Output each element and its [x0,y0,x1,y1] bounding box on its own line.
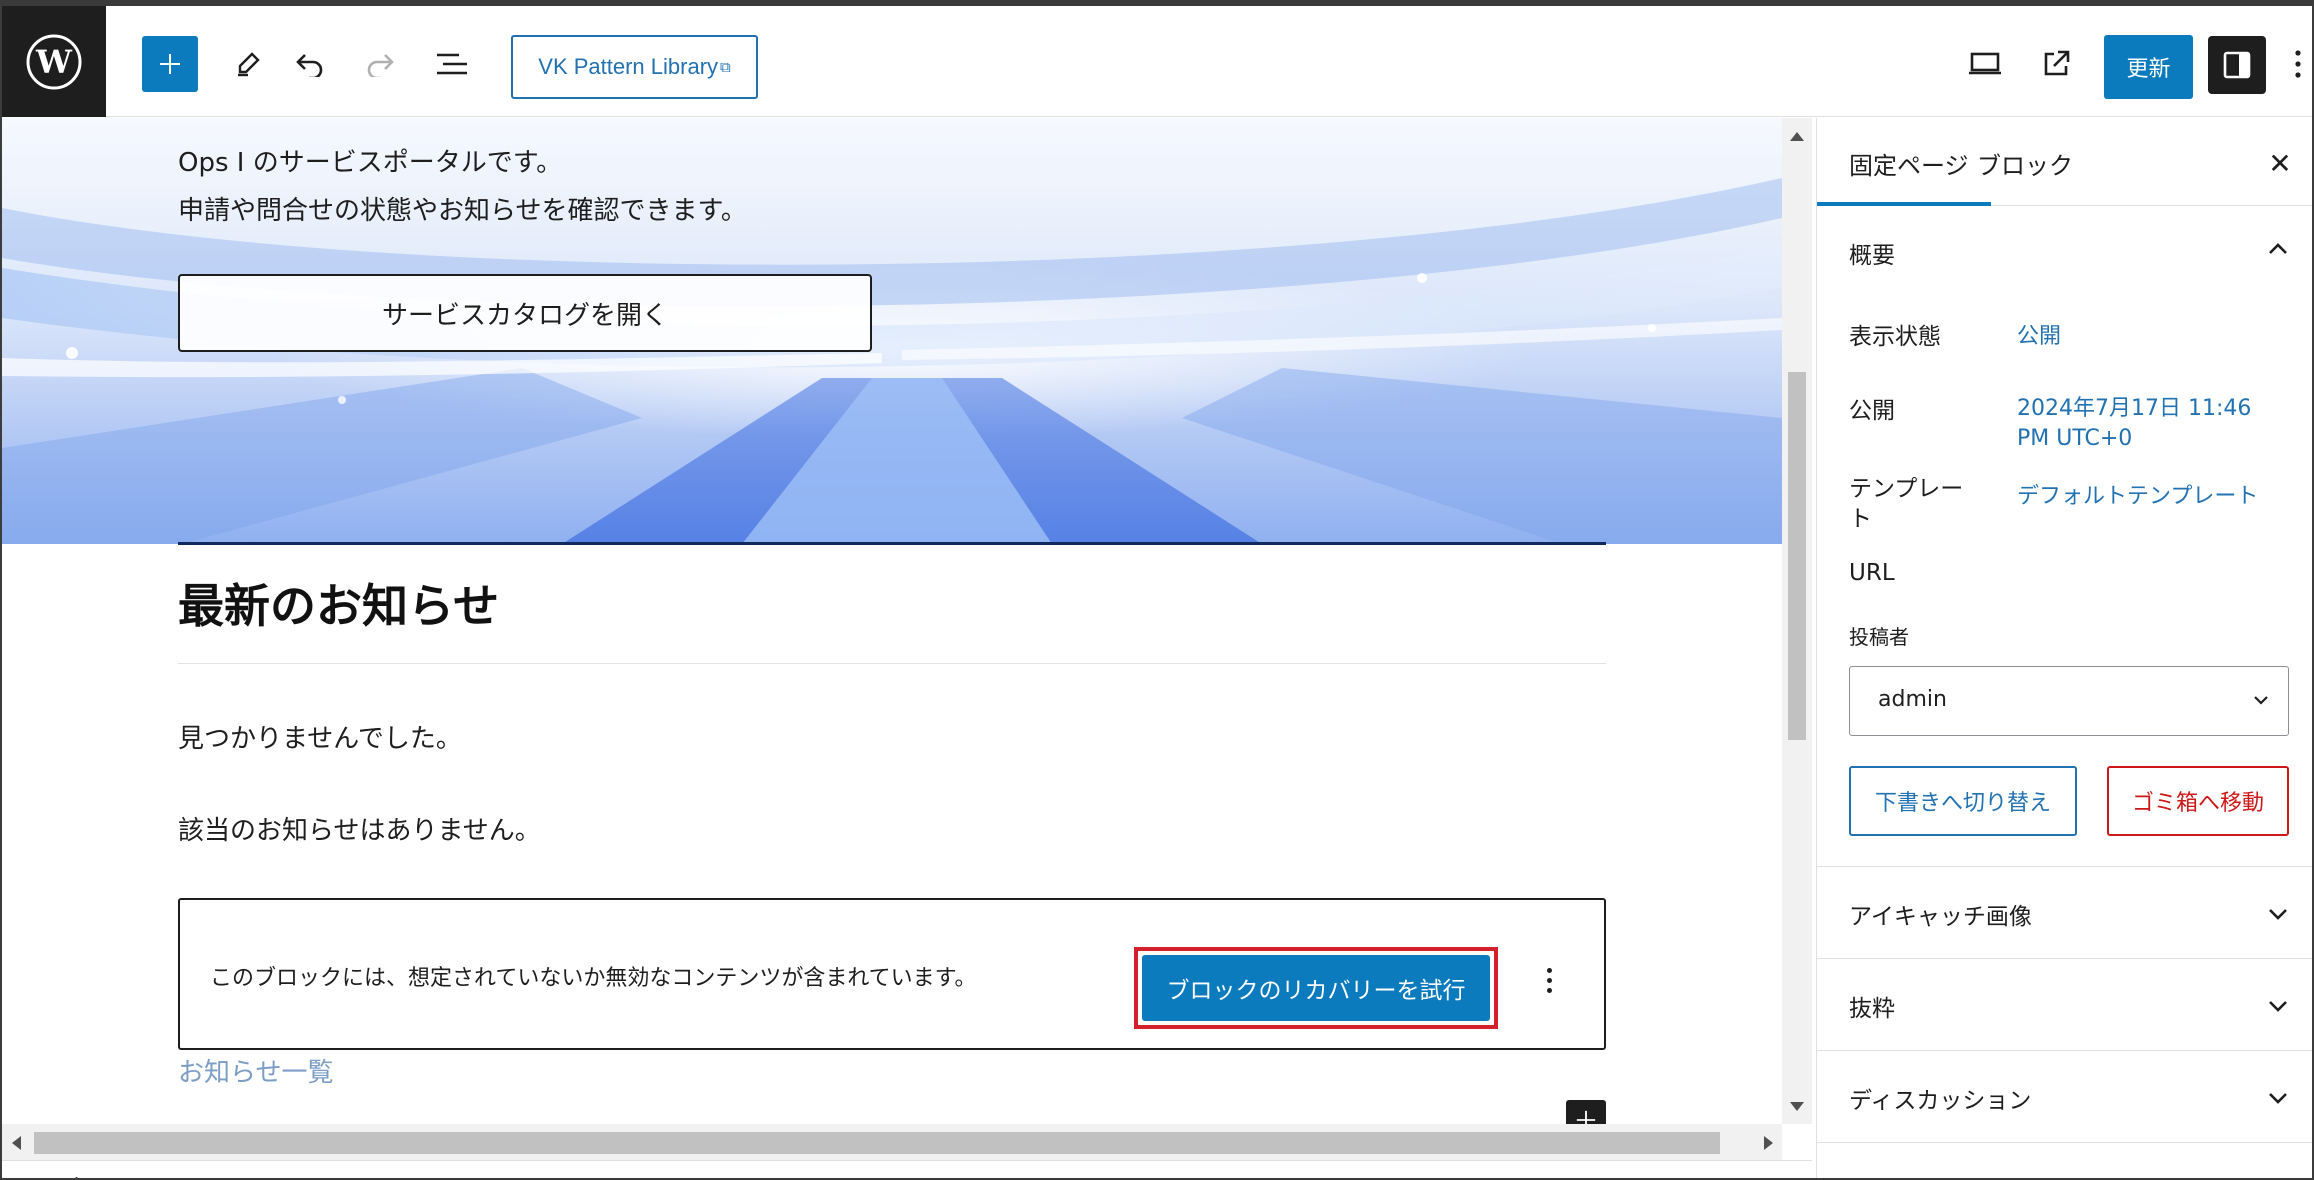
summary-panel-title[interactable]: 概要 [1849,236,1895,270]
pattern-library-label: VK Pattern Library [538,54,719,79]
move-to-trash-button[interactable]: ゴミ箱へ移動 [2107,766,2289,836]
preview-button[interactable] [1957,36,2013,92]
visibility-label: 表示状態 [1849,324,1941,350]
chevron-down-icon [2269,1093,2287,1104]
edit-tool-button[interactable] [220,36,276,92]
plus-icon [1576,1110,1596,1124]
publish-date-value[interactable]: 2024年7月17日 11:46 PM UTC+0 [2017,394,2277,454]
view-post-button[interactable] [2028,36,2084,92]
chevron-down-icon [2269,909,2287,920]
update-button[interactable]: 更新 [2104,35,2193,99]
author-select[interactable]: admin [1849,666,2289,736]
scroll-left-arrow-icon[interactable] [12,1136,21,1150]
publish-label: 公開 [1849,398,1895,424]
more-vertical-icon[interactable] [1536,960,1562,1000]
author-label: 投稿者 [1849,625,1909,649]
browser-frame: W VK Pattern Library ⧉ 更新 Ops I のサービスポータ… [0,0,2314,1180]
news-separator [178,663,1606,664]
excerpt-panel[interactable]: 抜粋 [1817,958,2312,1050]
list-view-button[interactable] [422,36,482,92]
sidebar-settings-icon [2223,51,2251,79]
news-top-rule [178,542,1606,545]
no-news-text[interactable]: 該当のお知らせはありません。 [178,810,541,847]
redo-button[interactable] [352,36,408,92]
switch-to-draft-button[interactable]: 下書きへ切り替え [1849,766,2077,836]
block-breadcrumb: 固定ページ [2,1160,1812,1178]
active-tab-indicator [1817,202,1991,206]
visibility-value[interactable]: 公開 [2017,322,2061,352]
attempt-recovery-button[interactable]: ブロックのリカバリーを試行 [1142,955,1490,1021]
hero-text-line-2: 申請や問合せの状態やお知らせを確認できます。 [178,196,747,226]
hero-cover-block[interactable]: Ops I のサービスポータルです。 申請や問合せの状態やお知らせを確認できます… [2,118,1782,544]
editor-canvas[interactable]: Ops I のサービスポータルです。 申請や問合せの状態やお知らせを確認できます… [2,118,1782,1124]
service-catalog-button[interactable]: サービスカタログを開く [178,274,872,352]
breadcrumb-item[interactable]: 固定ページ [44,1171,154,1178]
discussion-panel[interactable]: ディスカッション [1817,1050,2312,1142]
scroll-right-arrow-icon[interactable] [1764,1136,1773,1150]
list-view-icon [437,53,467,75]
vertical-scrollbar[interactable] [1782,118,1812,1124]
hero-text-line-1: Ops I のサービスポータルです。 [178,148,563,178]
horizontal-scrollbar-thumb[interactable] [34,1132,1720,1154]
url-label: URL [1849,560,1895,586]
redo-icon [367,54,394,77]
svg-text:W: W [35,43,73,81]
excerpt-panel-title: 抜粋 [1849,996,1895,1022]
invalid-block-warning[interactable]: このブロックには、想定されていないか無効なコンテンツが含まれています。 ブロック… [178,898,1606,1050]
template-label: テンプレート [1849,476,1964,532]
view-post-icon [2044,50,2070,76]
discussion-panel-title: ディスカッション [1849,1088,2032,1114]
panel-divider [1817,1142,2312,1143]
template-value[interactable]: デフォルトテンプレート [2017,482,2258,512]
wordpress-logo-icon[interactable]: W [2,6,106,117]
chevron-down-icon [2254,696,2268,705]
featured-image-panel-title: アイキャッチ画像 [1849,904,2032,930]
author-select-value: admin [1878,687,1947,712]
news-heading[interactable]: 最新のお知らせ [178,570,499,636]
tab-block[interactable]: ブロック [1977,146,2073,181]
external-link-icon: ⧉ [720,58,731,76]
invalid-block-message: このブロックには、想定されていないか無効なコンテンツが含まれています。 [210,966,977,991]
news-list-link[interactable]: お知らせ一覧 [178,1052,333,1089]
plus-icon [160,54,180,74]
scroll-down-arrow-icon[interactable] [1790,1102,1804,1111]
not-found-text[interactable]: 見つかりませんでした。 [178,718,462,755]
inserter-plus-button[interactable] [1566,1100,1606,1124]
undo-button[interactable] [282,36,338,92]
settings-toggle-button[interactable] [2208,36,2266,94]
more-vertical-icon [2295,50,2301,78]
options-button[interactable] [2284,36,2312,92]
pencil-icon [238,52,260,77]
settings-sidebar: 固定ページ ブロック ✕ 概要 表示状態 公開 公開 2024年7月17日 11… [1816,118,2312,1178]
add-block-button[interactable] [142,36,198,92]
sidebar-tabs: 固定ページ ブロック ✕ [1817,118,2312,206]
pattern-library-button[interactable]: VK Pattern Library ⧉ [511,35,758,99]
chevron-up-icon[interactable] [2263,234,2293,264]
close-icon[interactable]: ✕ [2265,147,2295,180]
recovery-button-highlight: ブロックのリカバリーを試行 [1134,947,1498,1029]
featured-image-panel[interactable]: アイキャッチ画像 [1817,866,2312,958]
desktop-preview-icon [1969,52,2001,75]
scroll-up-arrow-icon[interactable] [1790,132,1804,141]
editor-toolbar: W VK Pattern Library ⧉ 更新 [2,6,2312,117]
vertical-scrollbar-thumb[interactable] [1788,372,1806,740]
tab-page[interactable]: 固定ページ [1849,146,1969,181]
horizontal-scrollbar[interactable] [2,1124,1782,1160]
undo-icon [296,54,323,77]
chevron-down-icon [2269,1001,2287,1012]
